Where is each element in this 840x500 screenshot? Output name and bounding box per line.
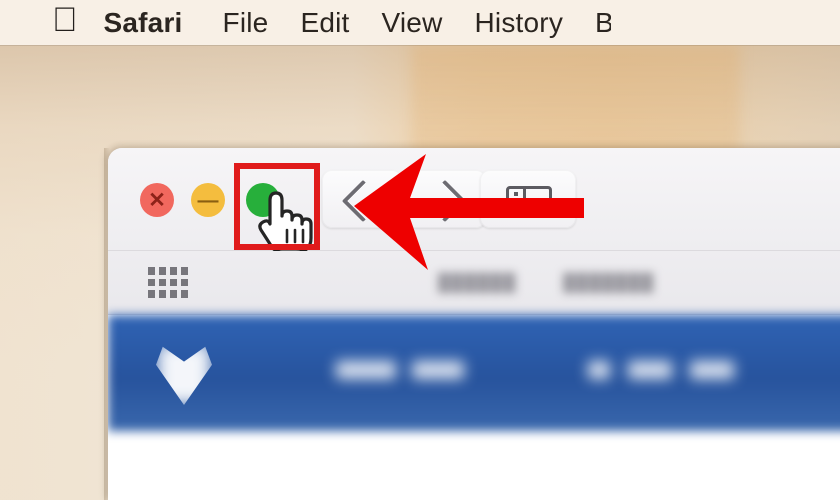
apple-logo-icon[interactable]:  <box>52 3 78 37</box>
bookmark-item[interactable]: ███████ <box>563 273 654 293</box>
annotation-arrow-icon <box>354 154 584 270</box>
menu-item-view[interactable]: View <box>382 7 443 39</box>
close-icon: ✕ <box>148 188 166 212</box>
site-nav-item[interactable] <box>588 361 610 379</box>
highlight-box <box>234 163 320 250</box>
menu-item-file[interactable]: File <box>223 7 269 39</box>
menu-item-safari[interactable]: Safari <box>104 7 183 39</box>
site-nav-item[interactable] <box>336 361 396 379</box>
close-button[interactable]: ✕ <box>140 183 174 217</box>
menu-bar:  Safari File Edit View History B <box>0 0 840 45</box>
site-nav-item[interactable] <box>628 361 672 379</box>
page-content <box>108 315 840 500</box>
minimize-icon: — <box>197 188 219 212</box>
screen:  Safari File Edit View History B ✕ — <box>0 0 840 500</box>
favorites-grid-icon[interactable] <box>148 267 188 298</box>
menu-item-edit[interactable]: Edit <box>300 7 349 39</box>
menu-item-bookmarks[interactable]: B <box>595 7 611 39</box>
menu-item-history[interactable]: History <box>475 7 564 39</box>
site-nav-item[interactable] <box>690 361 734 379</box>
bookmark-item[interactable]: ██████ <box>438 273 516 293</box>
site-nav-item[interactable] <box>412 361 464 379</box>
minimize-button[interactable]: — <box>191 183 225 217</box>
